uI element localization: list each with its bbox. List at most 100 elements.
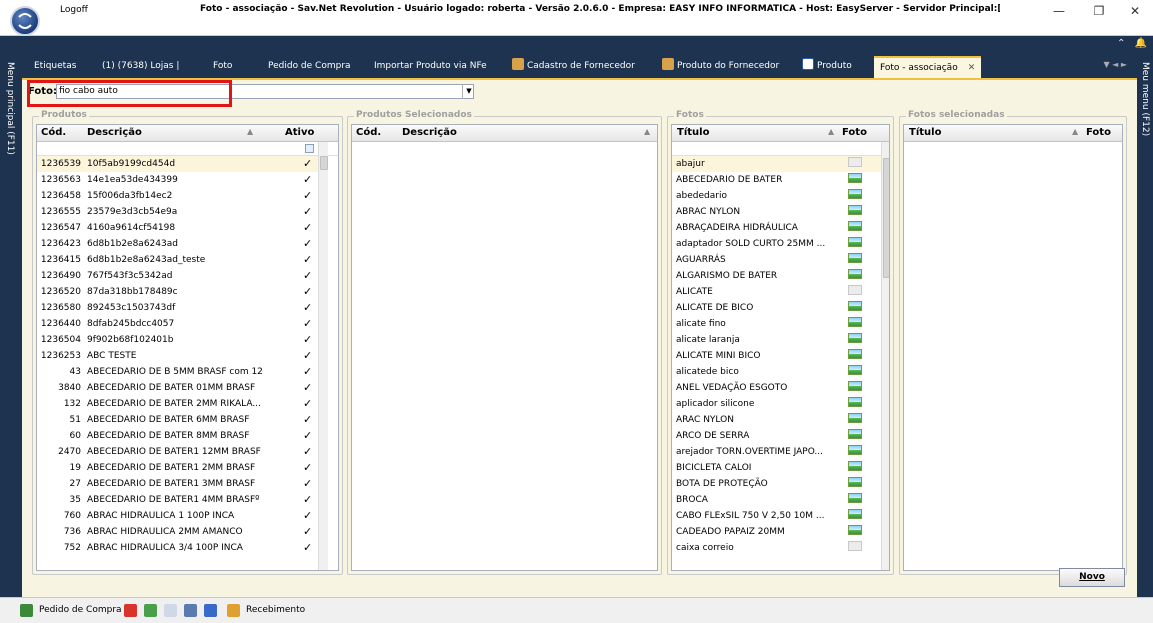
tab-pedido-de-compra[interactable]: Pedido de Compra bbox=[262, 56, 357, 78]
novo-button[interactable]: Novo bbox=[1059, 568, 1125, 587]
col-cod-header[interactable]: Cód. bbox=[41, 127, 66, 138]
table-row[interactable]: ARAC NYLON bbox=[672, 412, 881, 428]
fotos-selecionadas-grid[interactable]: Título ▲ Foto bbox=[903, 124, 1123, 571]
table-row[interactable]: arejador TORN.OVERTIME JAPO... bbox=[672, 444, 881, 460]
minimize-button[interactable]: — bbox=[1046, 2, 1072, 22]
produtos-selecionados-grid[interactable]: Cód. Descrição ▲ bbox=[351, 124, 658, 571]
empty-image-icon[interactable] bbox=[848, 157, 862, 167]
table-row[interactable]: caixa correio bbox=[672, 540, 881, 556]
col-foto-header[interactable]: Foto bbox=[842, 127, 867, 138]
image-thumbnail-icon[interactable] bbox=[848, 349, 862, 359]
tab-produto-do-fornecedor[interactable]: Produto do Fornecedor bbox=[656, 56, 785, 78]
image-thumbnail-icon[interactable] bbox=[848, 461, 862, 471]
image-thumbnail-icon[interactable] bbox=[848, 253, 862, 263]
col-descricao-header[interactable]: Descrição bbox=[87, 127, 142, 138]
table-row[interactable]: BOTA DE PROTEÇÃO bbox=[672, 476, 881, 492]
col-titulo-header[interactable]: Título bbox=[909, 127, 941, 138]
image-thumbnail-icon[interactable] bbox=[848, 445, 862, 455]
table-row[interactable]: 2470 ABECEDARIO DE BATER1 12MM BRASF ✓ bbox=[37, 444, 318, 460]
table-row[interactable]: aplicador silicone bbox=[672, 396, 881, 412]
fotos-grid[interactable]: Título ▲ Foto abajur ABECEDARIO DE BATER a… bbox=[671, 124, 890, 571]
table-row[interactable]: ARCO DE SERRA bbox=[672, 428, 881, 444]
pedido-compra-link[interactable]: Pedido de Compra bbox=[39, 605, 122, 615]
image-thumbnail-icon[interactable] bbox=[848, 221, 862, 231]
table-row[interactable]: 1236458 15f006da3fb14ec2 ✓ bbox=[37, 188, 318, 204]
table-row[interactable]: 132 ABECEDARIO DE BATER 2MM RIKALA... ✓ bbox=[37, 396, 318, 412]
table-row[interactable]: BICICLETA CALOI bbox=[672, 460, 881, 476]
recebimento-icon[interactable] bbox=[227, 604, 240, 617]
table-row[interactable]: abededario bbox=[672, 188, 881, 204]
bell-icon[interactable]: 🔔 bbox=[1135, 38, 1147, 49]
table-row[interactable]: ALICATE bbox=[672, 284, 881, 300]
image-thumbnail-icon[interactable] bbox=[848, 301, 862, 311]
image-thumbnail-icon[interactable] bbox=[848, 205, 862, 215]
table-row[interactable]: 1236440 8dfab245bdcc4057 ✓ bbox=[37, 316, 318, 332]
table-row[interactable]: alicatede bico bbox=[672, 364, 881, 380]
checkmark-icon[interactable]: ✓ bbox=[303, 300, 312, 316]
image-thumbnail-icon[interactable] bbox=[848, 509, 862, 519]
checkmark-icon[interactable]: ✓ bbox=[303, 220, 312, 236]
checkmark-icon[interactable]: ✓ bbox=[303, 508, 312, 524]
close-button[interactable]: ✕ bbox=[1122, 2, 1148, 22]
my-menu-rail[interactable]: Meu menu (F12) bbox=[1137, 52, 1153, 597]
table-row[interactable]: 43 ABECEDARIO DE B 5MM BRASF com 12 ✓ bbox=[37, 364, 318, 380]
checkmark-icon[interactable]: ✓ bbox=[303, 172, 312, 188]
col-ativo-header[interactable]: Ativo bbox=[285, 127, 314, 138]
table-row[interactable]: 752 ABRAC HIDRAULICA 3/4 100P INCA ✓ bbox=[37, 540, 318, 556]
checkmark-icon[interactable]: ✓ bbox=[303, 444, 312, 460]
close-tab-icon[interactable]: ✕ bbox=[968, 63, 976, 73]
table-row[interactable]: 1236580 892453c1503743df ✓ bbox=[37, 300, 318, 316]
table-row[interactable]: 1236490 767f543f3c5342ad ✓ bbox=[37, 268, 318, 284]
document-icon[interactable] bbox=[164, 604, 177, 617]
table-row[interactable]: ALGARISMO DE BATER bbox=[672, 268, 881, 284]
empty-image-icon[interactable] bbox=[848, 541, 862, 551]
table-row[interactable]: 1236539 10f5ab9199cd454d ✓ bbox=[37, 156, 318, 172]
table-row[interactable]: 27 ABECEDARIO DE BATER1 3MM BRASF ✓ bbox=[37, 476, 318, 492]
checkmark-icon[interactable]: ✓ bbox=[303, 332, 312, 348]
image-thumbnail-icon[interactable] bbox=[848, 381, 862, 391]
checkmark-icon[interactable]: ✓ bbox=[303, 284, 312, 300]
fotos-filter-row[interactable] bbox=[672, 142, 889, 156]
maximize-button[interactable]: ❐ bbox=[1086, 2, 1112, 22]
image-thumbnail-icon[interactable] bbox=[848, 493, 862, 503]
tab-foto[interactable]: Foto bbox=[207, 56, 238, 78]
foto-filter-dropdown-icon[interactable]: ▼ bbox=[462, 84, 475, 99]
table-row[interactable]: ANEL VEDAÇÃO ESGOTO bbox=[672, 380, 881, 396]
checkmark-icon[interactable]: ✓ bbox=[303, 412, 312, 428]
checkmark-icon[interactable]: ✓ bbox=[303, 252, 312, 268]
table-row[interactable]: ALICATE MINI BICO bbox=[672, 348, 881, 364]
image-thumbnail-icon[interactable] bbox=[848, 413, 862, 423]
image-thumbnail-icon[interactable] bbox=[848, 429, 862, 439]
table-row[interactable]: AGUARRÁS bbox=[672, 252, 881, 268]
col-titulo-header[interactable]: Título bbox=[677, 127, 709, 138]
tab-cadastro-de-fornecedor[interactable]: Cadastro de Fornecedor bbox=[506, 56, 641, 78]
checkmark-icon[interactable]: ✓ bbox=[303, 476, 312, 492]
fotos-scrollbar[interactable] bbox=[881, 142, 889, 570]
table-row[interactable]: ABRAC NYLON bbox=[672, 204, 881, 220]
pedido-compra-icon[interactable] bbox=[20, 604, 33, 617]
table-row[interactable]: 1236547 4160a9614cf54198 ✓ bbox=[37, 220, 318, 236]
empty-image-icon[interactable] bbox=[848, 285, 862, 295]
table-row[interactable]: alicate fino bbox=[672, 316, 881, 332]
produtos-filter-row[interactable] bbox=[37, 142, 338, 156]
recebimento-link[interactable]: Recebimento bbox=[246, 605, 305, 615]
filter-checkbox-icon[interactable] bbox=[305, 144, 314, 153]
spreadsheet-icon[interactable] bbox=[144, 604, 157, 617]
table-row[interactable]: BROCA bbox=[672, 492, 881, 508]
table-row[interactable]: 1236504 9f902b68f102401b ✓ bbox=[37, 332, 318, 348]
checkmark-icon[interactable]: ✓ bbox=[303, 492, 312, 508]
table-row[interactable]: 60 ABECEDARIO DE BATER 8MM BRASF ✓ bbox=[37, 428, 318, 444]
table-row[interactable]: 19 ABECEDARIO DE BATER1 2MM BRASF ✓ bbox=[37, 460, 318, 476]
image-thumbnail-icon[interactable] bbox=[848, 333, 862, 343]
table-row[interactable]: alicate laranja bbox=[672, 332, 881, 348]
main-menu-rail[interactable]: Menu principal (F11) bbox=[0, 52, 22, 597]
checkmark-icon[interactable]: ✓ bbox=[303, 316, 312, 332]
table-row[interactable]: 1236520 87da318bb178489c ✓ bbox=[37, 284, 318, 300]
table-row[interactable]: 35 ABECEDARIO DE BATER1 4MM BRASFº ✓ bbox=[37, 492, 318, 508]
add-product-icon[interactable] bbox=[204, 604, 217, 617]
checkmark-icon[interactable]: ✓ bbox=[303, 364, 312, 380]
image-thumbnail-icon[interactable] bbox=[848, 317, 862, 327]
checkmark-icon[interactable]: ✓ bbox=[303, 524, 312, 540]
tab-scroll-arrows[interactable]: ▼ ◄ ► bbox=[1103, 60, 1127, 69]
image-thumbnail-icon[interactable] bbox=[848, 397, 862, 407]
